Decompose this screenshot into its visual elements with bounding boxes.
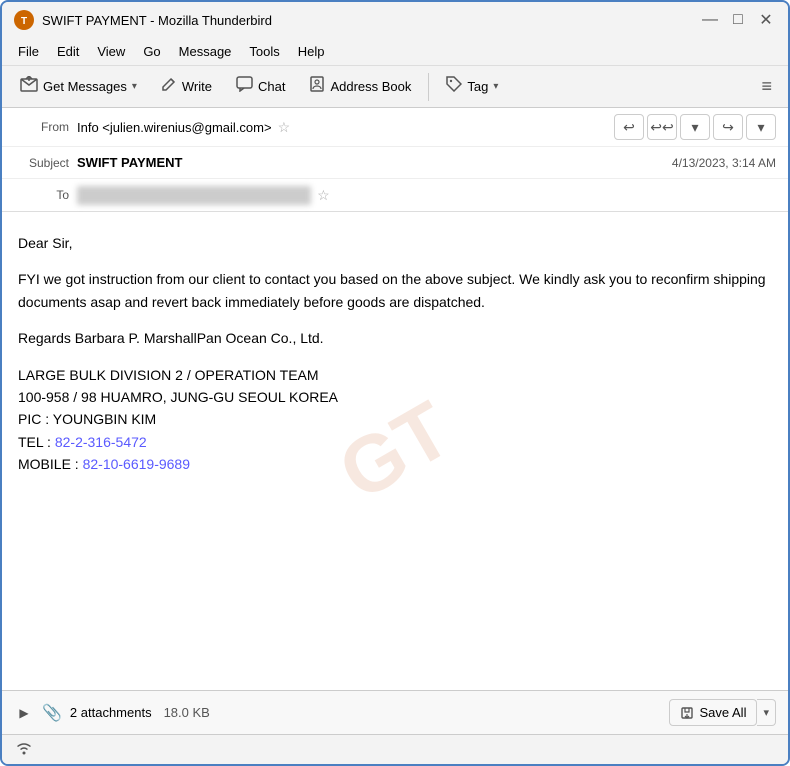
status-bar xyxy=(2,734,788,764)
menu-help[interactable]: Help xyxy=(290,40,333,63)
write-label: Write xyxy=(182,79,212,94)
body-paragraph: FYI we got instruction from our client t… xyxy=(18,268,772,313)
email-body: GT Dear Sir, FYI we got instruction from… xyxy=(2,212,788,690)
attachment-bar: ▶ 📎 2 attachments 18.0 KB Save All ▾ xyxy=(2,690,788,734)
toolbar-separator xyxy=(428,73,429,101)
to-row: To julien.wirenius@example.com ☆ xyxy=(2,179,788,211)
tag-label: Tag xyxy=(467,79,488,94)
save-all-dropdown-button[interactable]: ▾ xyxy=(757,699,776,726)
address-book-icon xyxy=(309,76,325,97)
regards-line2: LARGE BULK DIVISION 2 / OPERATION TEAM xyxy=(18,364,772,386)
to-address-blurred: julien.wirenius@example.com xyxy=(77,186,311,205)
email-date: 4/13/2023, 3:14 AM xyxy=(672,156,776,170)
get-messages-button[interactable]: Get Messages ▾ xyxy=(10,71,147,102)
tel-label: TEL : xyxy=(18,434,55,450)
window-controls: — □ ✕ xyxy=(700,10,776,30)
write-button[interactable]: Write xyxy=(151,71,222,102)
tag-icon xyxy=(446,76,462,97)
to-label: To xyxy=(14,188,69,202)
attachment-expand-button[interactable]: ▶ xyxy=(14,703,34,723)
regards-line3: 100-958 / 98 HUAMRO, JUNG-GU SEOUL KOREA xyxy=(18,386,772,408)
toolbar: Get Messages ▾ Write Chat xyxy=(2,66,788,108)
svg-text:T: T xyxy=(21,16,27,27)
menu-edit[interactable]: Edit xyxy=(49,40,87,63)
save-all-button[interactable]: Save All xyxy=(669,699,757,726)
mobile-line: MOBILE : 82-10-6619-9689 xyxy=(18,453,772,475)
regards-line1: Regards Barbara P. MarshallPan Ocean Co.… xyxy=(18,327,772,349)
close-button[interactable]: ✕ xyxy=(756,10,776,30)
get-messages-dropdown-icon: ▾ xyxy=(132,81,137,92)
to-star-icon[interactable]: ☆ xyxy=(317,187,330,204)
save-all-label: Save All xyxy=(699,705,746,720)
write-icon xyxy=(161,76,177,97)
title-bar: T SWIFT PAYMENT - Mozilla Thunderbird — … xyxy=(2,2,788,38)
tel-link[interactable]: 82-2-316-5472 xyxy=(55,434,147,450)
address-book-label: Address Book xyxy=(330,79,411,94)
wifi-icon xyxy=(14,739,34,760)
tel-line: TEL : 82-2-316-5472 xyxy=(18,431,772,453)
menu-message[interactable]: Message xyxy=(171,40,240,63)
menu-file[interactable]: File xyxy=(10,40,47,63)
email-header: From Info <julien.wirenius@gmail.com> ☆ … xyxy=(2,108,788,212)
reply-button[interactable]: ↩ xyxy=(614,114,644,140)
greeting: Dear Sir, xyxy=(18,232,772,254)
to-value: julien.wirenius@example.com ☆ xyxy=(77,186,776,205)
save-all-area: Save All ▾ xyxy=(669,699,776,726)
menu-tools[interactable]: Tools xyxy=(241,40,287,63)
forward-button[interactable]: ↪ xyxy=(713,114,743,140)
from-row: From Info <julien.wirenius@gmail.com> ☆ … xyxy=(2,108,788,147)
chat-label: Chat xyxy=(258,79,285,94)
menu-go[interactable]: Go xyxy=(135,40,168,63)
minimize-button[interactable]: — xyxy=(700,10,720,30)
chat-icon xyxy=(236,76,253,97)
mobile-link[interactable]: 82-10-6619-9689 xyxy=(83,456,190,472)
menu-bar: File Edit View Go Message Tools Help xyxy=(2,38,788,66)
address-book-button[interactable]: Address Book xyxy=(299,71,421,102)
from-address: Info <julien.wirenius@gmail.com> xyxy=(77,120,272,135)
from-star-icon[interactable]: ☆ xyxy=(278,119,291,136)
window-title: SWIFT PAYMENT - Mozilla Thunderbird xyxy=(42,13,272,28)
email-actions: ↩ ↩↩ ▾ ↪ ▾ xyxy=(614,114,776,140)
more-actions-button[interactable]: ▾ xyxy=(746,114,776,140)
subject-label: Subject xyxy=(14,156,69,170)
save-icon xyxy=(680,706,694,720)
menu-view[interactable]: View xyxy=(89,40,133,63)
expand-actions-button[interactable]: ▾ xyxy=(680,114,710,140)
from-label: From xyxy=(14,120,69,134)
regards-line4: PIC : YOUNGBIN KIM xyxy=(18,408,772,430)
title-bar-left: T SWIFT PAYMENT - Mozilla Thunderbird xyxy=(14,10,272,30)
maximize-button[interactable]: □ xyxy=(728,10,748,30)
tag-dropdown-icon: ▾ xyxy=(493,81,498,92)
attachment-icon: 📎 xyxy=(42,703,62,723)
application-window: T SWIFT PAYMENT - Mozilla Thunderbird — … xyxy=(0,0,790,766)
from-value: Info <julien.wirenius@gmail.com> ☆ xyxy=(77,119,614,136)
subject-row: Subject SWIFT PAYMENT 4/13/2023, 3:14 AM xyxy=(2,147,788,179)
app-icon: T xyxy=(14,10,34,30)
email-body-text: Dear Sir, FYI we got instruction from ou… xyxy=(18,232,772,476)
attachment-left: ▶ 📎 2 attachments 18.0 KB xyxy=(14,703,210,723)
hamburger-menu-button[interactable]: ≡ xyxy=(753,71,780,102)
reply-all-button[interactable]: ↩↩ xyxy=(647,114,677,140)
get-messages-icon xyxy=(20,76,38,97)
subject-value: SWIFT PAYMENT xyxy=(77,155,672,170)
tag-button[interactable]: Tag ▾ xyxy=(436,71,508,102)
attachment-count: 2 attachments xyxy=(70,705,152,720)
attachment-size: 18.0 KB xyxy=(164,705,210,720)
chat-button[interactable]: Chat xyxy=(226,71,295,102)
get-messages-label: Get Messages xyxy=(43,79,127,94)
mobile-label: MOBILE : xyxy=(18,456,83,472)
